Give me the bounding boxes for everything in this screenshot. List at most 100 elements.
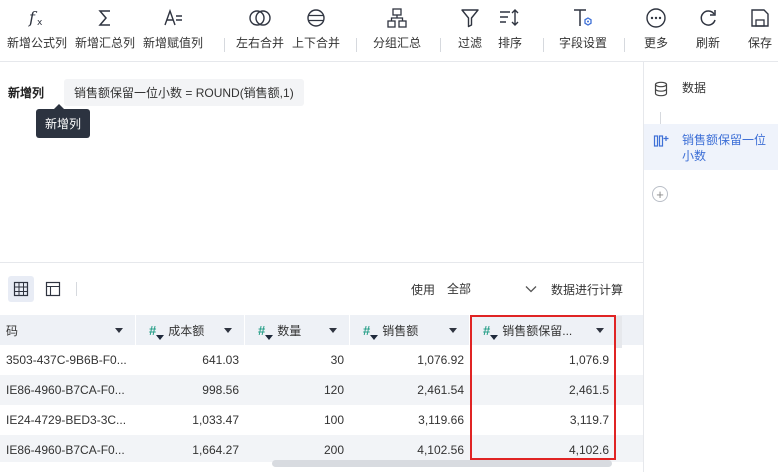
table-row[interactable]: IE24-4729-BED3-3C... 1,033.47 100 3,119.… — [0, 405, 643, 435]
formula-expression[interactable]: 销售额保留一位小数 = ROUND(销售额,1) — [64, 78, 304, 106]
data-table: 码 # 成本额 # 数量 # 销售额 # 销售额保留... 3503-437C-… — [0, 315, 643, 462]
scope-select[interactable]: 全部 — [442, 278, 543, 300]
assign-icon — [161, 6, 185, 30]
cell-sales-rounded: 2,461.5 — [568, 383, 609, 397]
merge-horizontal-button[interactable]: 左右合并 — [234, 6, 286, 56]
column-header-quantity[interactable]: # 数量 — [246, 315, 350, 345]
cell-quantity: 200 — [323, 443, 344, 457]
cell-quantity: 100 — [323, 413, 344, 427]
number-type-icon: # — [149, 322, 165, 340]
column-name: 销售额 — [382, 323, 419, 338]
sidebar-item-new-column[interactable]: 销售额保留一位小数 — [644, 124, 778, 170]
cell-code: IE24-4729-BED3-3C... — [6, 413, 127, 427]
cell-cost: 641.03 — [202, 353, 239, 367]
grid-icon — [13, 281, 29, 297]
toolbar-divider — [440, 38, 441, 52]
sort-label: 排序 — [497, 36, 522, 50]
field-settings-label: 字段设置 — [558, 36, 607, 50]
cell-sales-rounded: 1,076.9 — [568, 353, 609, 367]
cell-sales: 3,119.66 — [418, 413, 464, 427]
column-header-code[interactable]: 码 — [0, 315, 136, 345]
cell-sales-rounded: 3,119.7 — [569, 413, 609, 427]
add-step-button[interactable]: + — [652, 186, 668, 202]
database-icon — [652, 80, 670, 98]
svg-text:x: x — [37, 18, 43, 28]
number-type-icon: # — [258, 322, 274, 340]
layout-view-button[interactable] — [40, 276, 66, 302]
merge-horizontal-label: 左右合并 — [235, 36, 284, 50]
vertical-scrollbar[interactable] — [616, 316, 622, 348]
add-assign-column-label: 新增赋值列 — [142, 36, 203, 50]
merge-vertical-label: 上下合并 — [291, 36, 340, 50]
caret-down-icon — [596, 328, 604, 333]
filter-icon — [458, 6, 482, 30]
column-name: 销售额保留... — [502, 323, 573, 338]
sort-icon — [498, 6, 522, 30]
caret-down-icon — [329, 328, 337, 333]
column-name: 码 — [6, 323, 19, 338]
sidebar-item-label: 数据 — [682, 81, 707, 95]
add-formula-column-button[interactable]: fx 新增公式列 — [6, 6, 68, 56]
column-header-sales-rounded[interactable]: # 销售额保留... — [471, 315, 617, 345]
filter-button[interactable]: 过滤 — [452, 6, 488, 56]
caret-down-icon — [224, 328, 232, 333]
add-column-icon — [652, 132, 670, 150]
add-summary-column-button[interactable]: 新增汇总列 — [74, 6, 136, 56]
sidebar-item-data[interactable]: 数据 — [644, 80, 778, 100]
filter-label: 过滤 — [457, 36, 482, 50]
table-row[interactable]: IE86-4960-B7CA-F0... 1,664.27 200 4,102.… — [0, 435, 643, 462]
sigma-icon — [93, 6, 117, 30]
refresh-label: 刷新 — [695, 36, 720, 50]
caret-down-icon — [115, 328, 123, 333]
cell-sales: 1,076.92 — [417, 353, 464, 367]
grid-view-button[interactable] — [8, 276, 34, 302]
scope-select-value: 全部 — [446, 282, 471, 296]
more-label: 更多 — [643, 36, 668, 50]
sort-button[interactable]: 排序 — [492, 6, 528, 56]
section-divider — [0, 262, 643, 263]
toolbar: fx 新增公式列 新增汇总列 新增赋值列 左右合并 上下合并 分组汇总 过滤 排… — [0, 0, 778, 62]
group-summary-icon — [385, 6, 409, 30]
cell-quantity: 30 — [330, 353, 344, 367]
toolbar-divider — [224, 38, 225, 52]
merge-horizontal-icon — [248, 6, 272, 30]
cell-sales-rounded: 4,102.6 — [568, 443, 609, 457]
more-button[interactable]: 更多 — [640, 6, 672, 56]
table-header: 码 # 成本额 # 数量 # 销售额 # 销售额保留... — [0, 315, 643, 345]
cell-cost: 1,664.27 — [192, 443, 239, 457]
table-row[interactable]: IE86-4960-B7CA-F0... 998.56 120 2,461.54… — [0, 375, 643, 405]
layout-icon — [45, 281, 61, 297]
cell-code: 3503-437C-9B6B-F0... — [6, 353, 127, 367]
chevron-down-icon — [525, 285, 537, 292]
toolbar-divider — [624, 38, 625, 52]
group-summary-label: 分组汇总 — [372, 36, 421, 50]
field-settings-button[interactable]: 字段设置 — [555, 6, 611, 56]
column-header-sales[interactable]: # 销售额 — [351, 315, 470, 345]
column-name: 数量 — [277, 323, 302, 338]
save-icon — [748, 6, 772, 30]
refresh-button[interactable]: 刷新 — [692, 6, 724, 56]
toolbar-divider — [543, 38, 544, 52]
steps-sidebar: 数据 销售额保留一位小数 + — [643, 62, 778, 472]
cell-sales: 4,102.56 — [417, 443, 464, 457]
column-name: 成本额 — [168, 323, 205, 338]
add-assign-column-button[interactable]: 新增赋值列 — [142, 6, 204, 56]
merge-vertical-button[interactable]: 上下合并 — [290, 6, 342, 56]
cell-code: IE86-4960-B7CA-F0... — [6, 383, 125, 397]
refresh-icon — [696, 6, 720, 30]
save-button[interactable]: 保存 — [744, 6, 776, 56]
cell-quantity: 120 — [323, 383, 344, 397]
table-row[interactable]: 3503-437C-9B6B-F0... 641.03 30 1,076.92 … — [0, 345, 643, 375]
save-label: 保存 — [747, 36, 772, 50]
add-formula-column-label: 新增公式列 — [6, 36, 67, 50]
view-switch-divider — [76, 282, 77, 296]
work-area: 新增列 销售额保留一位小数 = ROUND(销售额,1) 新增列 使用 全部 数… — [0, 62, 643, 472]
cell-sales: 2,461.54 — [417, 383, 464, 397]
cell-cost: 998.56 — [202, 383, 239, 397]
horizontal-scrollbar[interactable] — [272, 460, 612, 467]
use-label: 使用 — [410, 282, 435, 297]
column-header-cost[interactable]: # 成本额 — [137, 315, 245, 345]
group-summary-button[interactable]: 分组汇总 — [369, 6, 425, 56]
toolbar-divider — [356, 38, 357, 52]
cell-cost: 1,033.47 — [192, 413, 239, 427]
